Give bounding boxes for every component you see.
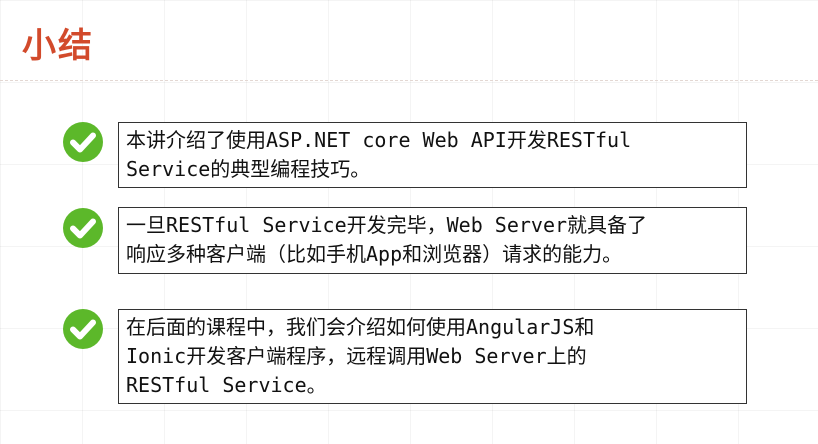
summary-box-1: 本讲介绍了使用ASP.NET core Web API开发RESTful Ser… <box>118 122 747 188</box>
summary-box-3: 在后面的课程中，我们会介绍如何使用AngularJS和 Ionic开发客户端程序… <box>118 309 747 404</box>
summary-box-2: 一旦RESTful Service开发完毕，Web Server就具备了 响应多… <box>118 207 747 274</box>
summary-line: Ionic开发客户端程序，远程调用Web Server上的 <box>126 344 587 368</box>
check-circle-icon <box>63 122 103 162</box>
title-divider <box>0 80 818 81</box>
summary-line: 响应多种客户端（比如手机App和浏览器）请求的能力。 <box>126 242 623 266</box>
slide-title: 小结 <box>22 26 94 66</box>
summary-line: 本讲介绍了使用ASP.NET core Web API开发RESTful <box>126 128 632 152</box>
summary-line: Service的典型编程技巧。 <box>126 157 371 181</box>
summary-line: 一旦RESTful Service开发完毕，Web Server就具备了 <box>126 213 648 237</box>
summary-line: RESTful Service。 <box>126 373 327 397</box>
check-circle-icon <box>63 309 103 349</box>
summary-line: 在后面的课程中，我们会介绍如何使用AngularJS和 <box>126 315 595 339</box>
check-circle-icon <box>63 208 103 248</box>
